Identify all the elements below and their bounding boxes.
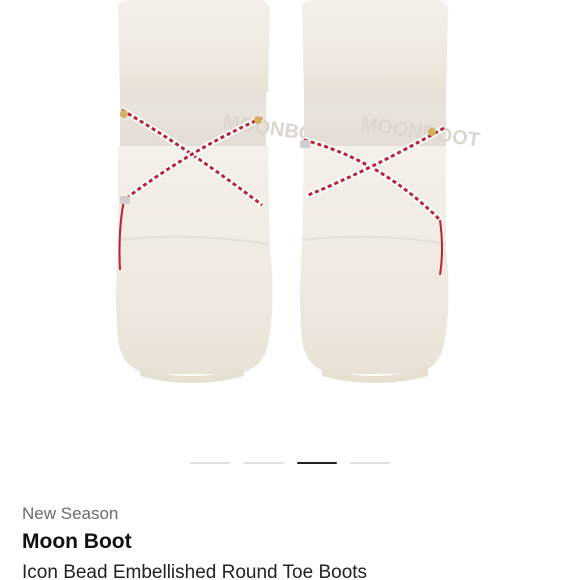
- product-page: MOONBOOT MOONBOOT New Season Moon Boot I…: [0, 0, 580, 580]
- carousel-dot-3-active[interactable]: [296, 462, 337, 464]
- carousel-dot-2[interactable]: [243, 462, 284, 464]
- moon-boot-image-icon: MOONBOOT MOONBOOT: [116, 0, 481, 383]
- carousel-indicator: [190, 462, 390, 466]
- product-title: Icon Bead Embellished Round Toe Boots: [22, 562, 368, 580]
- product-image[interactable]: MOONBOOT MOONBOOT: [0, 0, 580, 440]
- carousel-dot-4[interactable]: [349, 462, 390, 464]
- right-boot: MOONBOOT: [300, 0, 481, 383]
- carousel-dot-1[interactable]: [190, 462, 231, 464]
- brand-name[interactable]: Moon Boot: [22, 530, 132, 554]
- season-label: New Season: [22, 504, 119, 523]
